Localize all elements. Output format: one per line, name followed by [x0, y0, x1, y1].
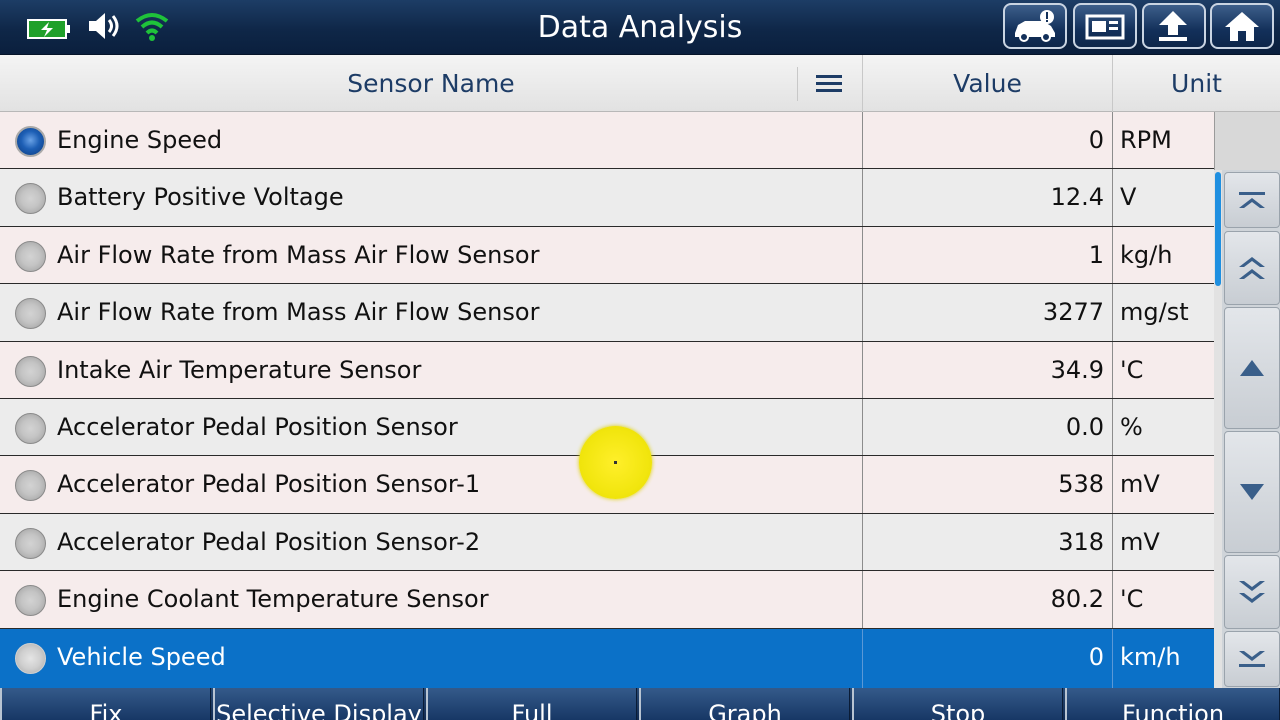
sensor-value: 0 [862, 112, 1112, 169]
sensor-value: 12.4 [862, 169, 1112, 226]
bottom-toolbar: Fix Selective Display Full Graph Stop Fu… [0, 688, 1280, 720]
header-sensor-name[interactable]: Sensor Name [0, 55, 862, 112]
sensor-unit: % [1112, 399, 1214, 456]
sensor-value: 538 [862, 456, 1112, 513]
line-up-button[interactable] [1224, 307, 1280, 429]
radio-button[interactable] [15, 642, 46, 674]
radio-button[interactable] [15, 527, 46, 559]
sensor-unit: mV [1112, 456, 1214, 513]
speaker-icon [89, 13, 119, 39]
sensor-name: Accelerator Pedal Position Sensor-1 [57, 470, 481, 499]
function-button[interactable]: Function [1065, 688, 1280, 720]
car-info-button[interactable] [1003, 3, 1067, 49]
radio-button[interactable] [15, 585, 46, 617]
sensor-value: 34.9 [862, 341, 1112, 398]
touch-indicator [579, 426, 652, 499]
sensor-value: 80.2 [862, 571, 1112, 628]
graph-button[interactable]: Graph [639, 688, 850, 720]
sensor-row[interactable]: Battery Positive Voltage 12.4 V [0, 169, 1214, 227]
page-up-button[interactable] [1224, 231, 1280, 305]
scroll-header-cell [1214, 112, 1280, 170]
sensor-name: Engine Coolant Temperature Sensor [57, 585, 489, 614]
sensor-unit: kg/h [1112, 226, 1214, 284]
print-screen-icon [1085, 14, 1125, 40]
column-menu-button[interactable] [797, 67, 859, 101]
sensor-name: Accelerator Pedal Position Sensor [57, 413, 458, 441]
scrollbar-thumb[interactable] [1215, 172, 1221, 286]
selective-display-button[interactable]: Selective Display [213, 688, 424, 720]
sensor-row[interactable]: Engine Speed 0 RPM [0, 112, 1214, 170]
print-screen-button[interactable] [1073, 3, 1137, 49]
sensor-value: 3277 [862, 284, 1112, 341]
hamburger-menu-icon [815, 75, 842, 92]
scroll-to-top-button[interactable] [1224, 172, 1280, 228]
radio-button[interactable] [15, 470, 46, 502]
header-unit: Unit [1112, 55, 1280, 112]
sensor-row[interactable]: Intake Air Temperature Sensor 34.9 'C [0, 341, 1214, 399]
battery-charging-icon [27, 19, 70, 39]
home-button[interactable] [1210, 3, 1274, 49]
full-button[interactable]: Full [426, 688, 637, 720]
home-icon [1225, 12, 1259, 41]
scroll-to-bottom-icon [1239, 651, 1265, 667]
sensor-name: Vehicle Speed [57, 642, 226, 671]
scroll-to-top-icon [1239, 192, 1265, 208]
sensor-row[interactable]: Air Flow Rate from Mass Air Flow Sensor … [0, 226, 1214, 285]
page-down-button[interactable] [1224, 555, 1280, 629]
radio-button[interactable] [15, 183, 46, 215]
back-icon [1159, 11, 1187, 41]
sensor-unit: 'C [1112, 341, 1214, 398]
sensor-unit: mg/st [1112, 284, 1214, 341]
page-up-icon [1239, 257, 1265, 279]
sensor-name: Intake Air Temperature Sensor [57, 355, 422, 384]
sensor-name: Accelerator Pedal Position Sensor-2 [57, 527, 481, 556]
page-down-icon [1239, 581, 1265, 603]
radio-button[interactable] [15, 355, 46, 387]
header-value: Value [862, 55, 1112, 112]
fix-button[interactable]: Fix [0, 688, 211, 720]
radio-button[interactable] [15, 240, 46, 272]
line-down-button[interactable] [1224, 431, 1280, 553]
sensor-value: 0 [862, 628, 1112, 688]
sensor-unit: mV [1112, 513, 1214, 571]
car-info-icon [1015, 10, 1055, 42]
sensor-row[interactable]: Air Flow Rate from Mass Air Flow Sensor … [0, 284, 1214, 342]
sensor-name: Air Flow Rate from Mass Air Flow Sensor [57, 240, 540, 269]
sensor-list: Engine Speed 0 RPM Battery Positive Volt… [0, 112, 1214, 688]
top-bar: Data Analysis [0, 0, 1280, 55]
sensor-unit: 'C [1112, 571, 1214, 628]
line-up-icon [1240, 360, 1264, 376]
sensor-value: 1 [862, 226, 1112, 284]
wifi-icon [135, 13, 169, 41]
radio-button[interactable] [15, 413, 46, 444]
radio-button[interactable] [15, 126, 46, 157]
sensor-unit: RPM [1112, 112, 1214, 169]
sensor-name: Battery Positive Voltage [57, 183, 344, 212]
sensor-name: Engine Speed [57, 126, 223, 154]
sensor-value: 318 [862, 513, 1112, 571]
sensor-row[interactable]: Engine Coolant Temperature Sensor 80.2 '… [0, 571, 1214, 629]
stop-button[interactable]: Stop [852, 688, 1063, 720]
sensor-name: Air Flow Rate from Mass Air Flow Sensor [57, 298, 540, 327]
sensor-value: 0.0 [862, 399, 1112, 456]
sensor-row-highlighted[interactable]: Vehicle Speed 0 km/h [0, 628, 1214, 688]
scroll-to-bottom-button[interactable] [1224, 631, 1280, 687]
touch-point [614, 461, 617, 464]
radio-button[interactable] [15, 298, 46, 330]
table-header: Sensor Name Value Unit [0, 55, 1280, 112]
sensor-row[interactable]: Accelerator Pedal Position Sensor-2 318 … [0, 513, 1214, 572]
back-button[interactable] [1142, 3, 1206, 49]
sensor-unit: km/h [1112, 628, 1214, 688]
line-down-icon [1240, 484, 1264, 500]
sensor-unit: V [1112, 169, 1214, 226]
